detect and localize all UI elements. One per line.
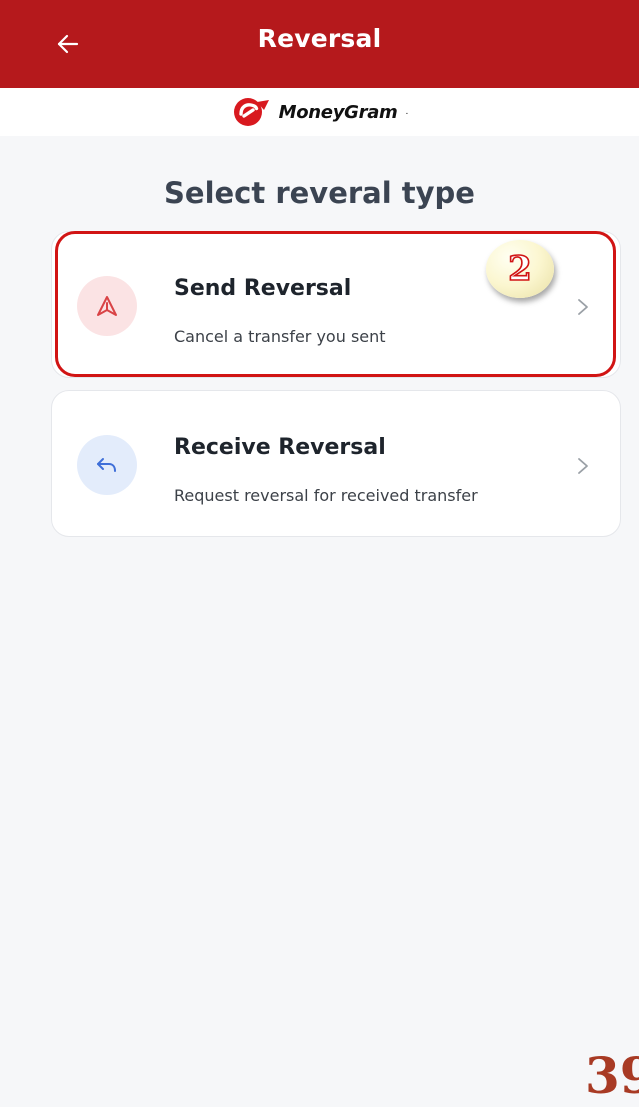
send-reversal-title: Send Reversal	[174, 276, 352, 301]
chevron-right-icon	[578, 299, 588, 315]
section-heading: Select reveral type	[164, 176, 475, 210]
page-number: 39	[585, 1046, 639, 1105]
brand-name: MoneyGram	[278, 101, 398, 123]
brand-dot: .	[405, 107, 409, 117]
receive-reversal-subtitle: Request reversal for received transfer	[174, 486, 478, 505]
chevron-right-icon	[578, 458, 588, 474]
step-number: 2	[507, 249, 532, 289]
moneygram-logo-icon	[233, 98, 269, 126]
send-reversal-subtitle: Cancel a transfer you sent	[174, 327, 386, 346]
step-number-badge: 2	[486, 240, 554, 298]
receive-reversal-option[interactable]: Receive Reversal Request reversal for re…	[51, 390, 621, 537]
receive-reversal-avatar	[77, 435, 137, 495]
page-title: Reversal	[257, 24, 382, 53]
app-bar: Reversal	[0, 0, 639, 88]
send-reversal-avatar	[77, 276, 137, 336]
reply-arrow-icon	[97, 458, 116, 472]
receive-reversal-title: Receive Reversal	[174, 435, 386, 460]
brand-strip: MoneyGram .	[0, 88, 639, 136]
send-icon	[97, 296, 117, 316]
app-screen: Reversal MoneyGram . Select reveral type…	[0, 0, 639, 1107]
